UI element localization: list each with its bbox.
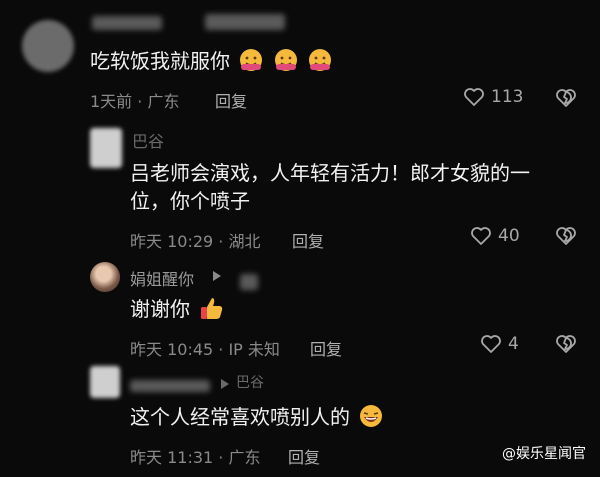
- like-count: 4: [508, 334, 519, 354]
- hugging-face-emoji: [309, 49, 332, 71]
- broken-heart-icon[interactable]: [555, 88, 577, 108]
- comment-meta: 1天前 · 广东: [90, 92, 180, 111]
- comment-meta: 昨天 10:45 · IP 未知: [130, 340, 280, 359]
- heart-icon: [471, 227, 491, 245]
- like-button[interactable]: 4: [480, 334, 519, 354]
- watermark: @娱乐星闻官: [502, 443, 586, 463]
- username[interactable]: 巴谷: [236, 372, 264, 392]
- comment-meta: 昨天 11:31 · 广东: [130, 448, 261, 467]
- like-button[interactable]: 40: [470, 226, 520, 246]
- heart-icon: [464, 88, 484, 106]
- avatar[interactable]: [90, 366, 120, 398]
- laughing-emoji: [360, 405, 383, 427]
- thumbs-up-emoji: [201, 298, 223, 319]
- comment-text: 谢谢你: [130, 294, 224, 324]
- avatar[interactable]: [22, 20, 74, 72]
- like-count: 40: [498, 226, 520, 246]
- like-count: 113: [491, 87, 524, 107]
- avatar[interactable]: [90, 262, 120, 292]
- like-button[interactable]: 113: [463, 87, 523, 107]
- username[interactable]: 巴谷: [132, 128, 164, 152]
- reply-button[interactable]: 回复: [215, 88, 247, 112]
- comment-meta: 昨天 10:29 · 湖北: [130, 232, 261, 251]
- reply-button[interactable]: 回复: [310, 336, 342, 360]
- avatar[interactable]: [90, 128, 122, 168]
- username-blurred: [240, 274, 258, 290]
- watermark-text: @娱乐星闻官: [502, 446, 586, 462]
- comment-text-line1: 吕老师会演戏，人年轻有活力！郎才女貌的一: [130, 161, 530, 185]
- username-blurred[interactable]: [92, 16, 162, 30]
- username-blurred: [205, 14, 285, 30]
- reply-arrow-icon: [213, 271, 221, 281]
- comment-text: 吃软饭我就服你: [90, 46, 333, 76]
- comment-text-line2: 位，你个喷子: [130, 189, 250, 213]
- broken-heart-icon[interactable]: [555, 226, 577, 246]
- reply-button[interactable]: 回复: [288, 444, 320, 468]
- heart-icon: [481, 335, 501, 353]
- username[interactable]: 娟姐醒你: [130, 266, 194, 290]
- comment-text: 这个人经常喜欢喷别人的: [130, 402, 384, 432]
- hugging-face-emoji: [240, 49, 263, 71]
- username-blurred[interactable]: [130, 380, 210, 392]
- hugging-face-emoji: [274, 49, 297, 71]
- broken-heart-icon[interactable]: [555, 334, 577, 354]
- reply-arrow-icon: [221, 379, 229, 389]
- reply-button[interactable]: 回复: [292, 228, 324, 252]
